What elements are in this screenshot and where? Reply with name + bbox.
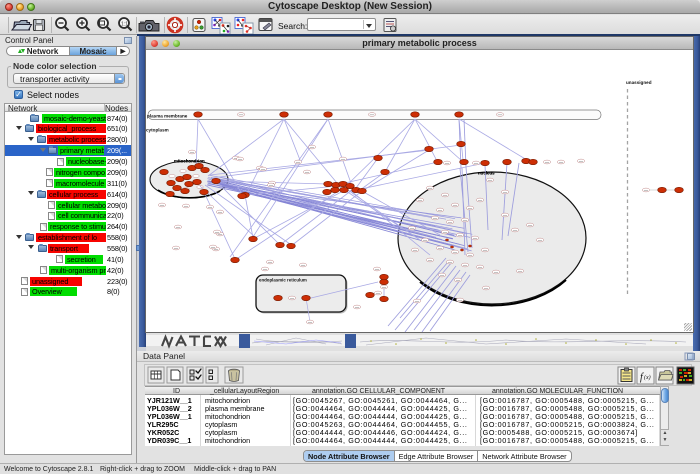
svg-text:endoplasmic reticulum: endoplasmic reticulum bbox=[259, 278, 307, 283]
svg-text:1:1: 1:1 bbox=[121, 22, 128, 28]
svg-text:cytoplasm: cytoplasm bbox=[146, 128, 169, 133]
svg-text:nucleus: nucleus bbox=[478, 171, 495, 176]
svg-text:(x): (x) bbox=[644, 374, 651, 381]
svg-text:plasma membrane: plasma membrane bbox=[147, 114, 188, 119]
svg-text:mitochondrion: mitochondrion bbox=[174, 159, 205, 164]
svg-text:unassigned: unassigned bbox=[626, 80, 652, 85]
